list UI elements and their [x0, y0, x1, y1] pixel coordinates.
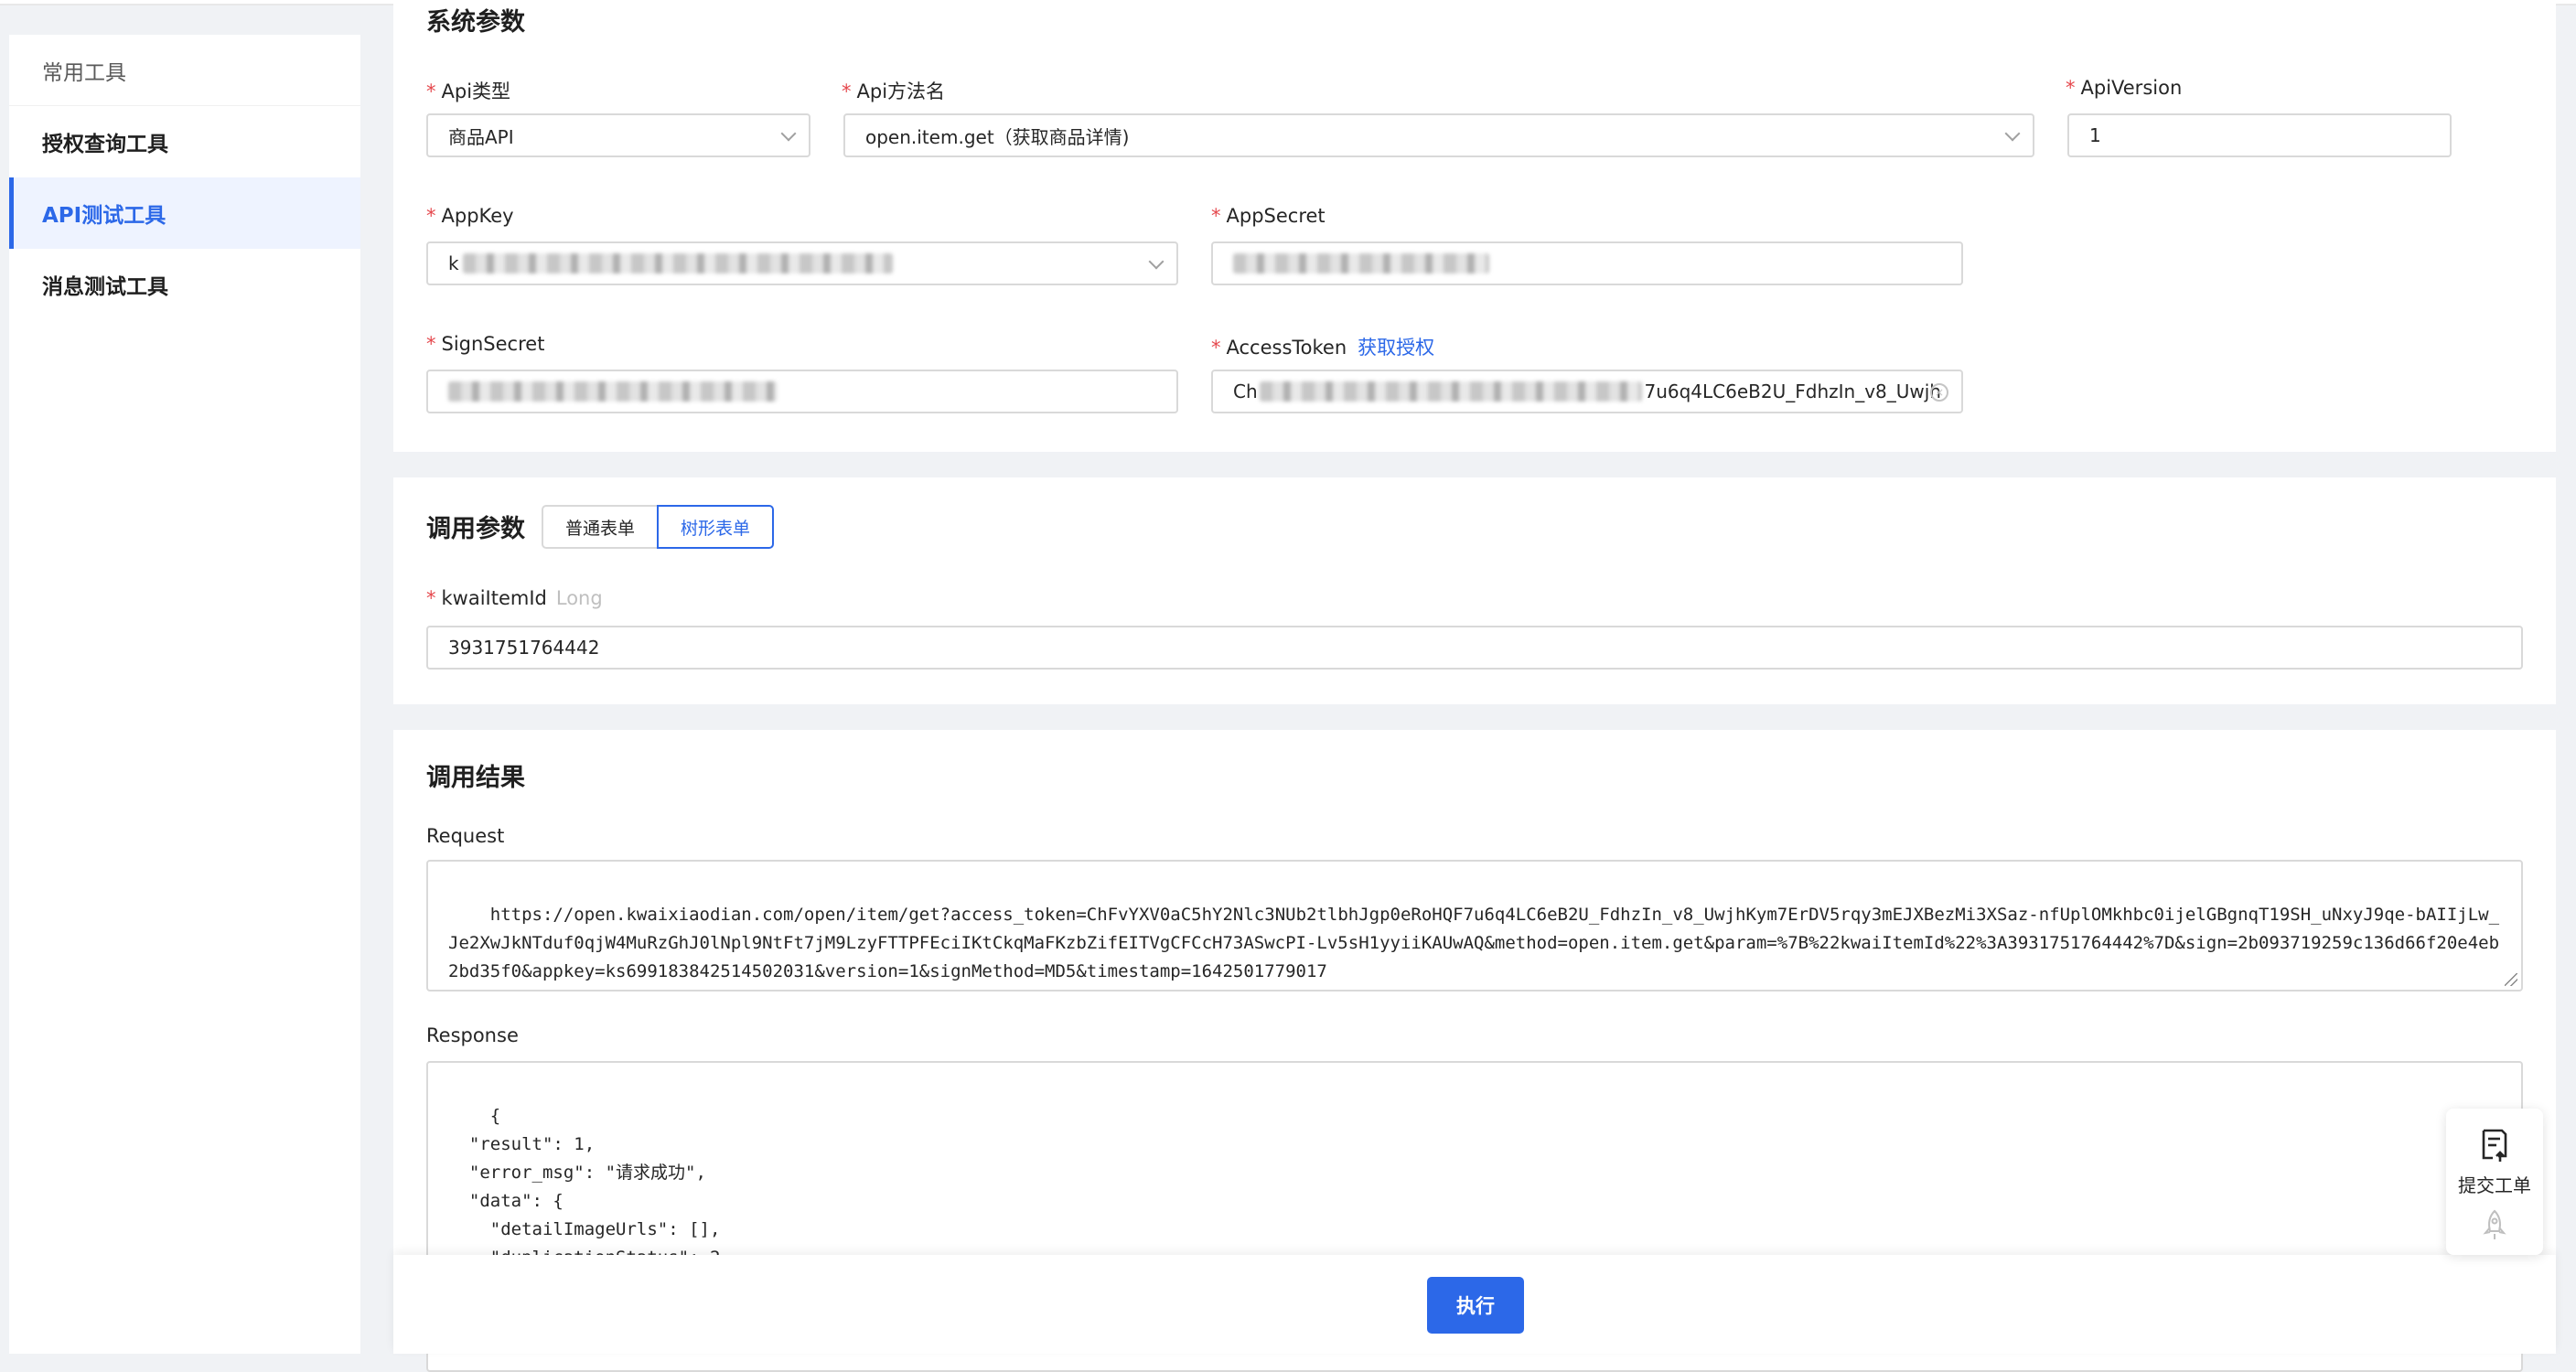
request-value: https://open.kwaixiaodian.com/open/item/…	[448, 905, 2500, 981]
app-key-select[interactable]: k	[426, 241, 1178, 285]
api-type-select[interactable]: 商品API	[426, 113, 810, 157]
submit-ticket-label[interactable]: 提交工单	[2446, 1171, 2543, 1197]
system-params-title: 系统参数	[426, 8, 525, 37]
chevron-down-icon	[2004, 125, 2021, 142]
api-method-select[interactable]: open.item.get（获取商品详情)	[843, 113, 2034, 157]
run-button[interactable]: 执行	[1427, 1277, 1524, 1334]
sidebar-group-common-tools: 常用工具	[9, 35, 360, 106]
redacted-value	[462, 253, 893, 273]
access-token-prefix: Ch	[1233, 381, 1258, 402]
tools-sidebar: 常用工具 授权查询工具 API测试工具 消息测试工具	[9, 35, 360, 1354]
form-mode-toggle: 普通表单 树形表单	[542, 505, 775, 549]
chevron-down-icon	[780, 125, 797, 142]
redacted-value	[1259, 381, 1643, 402]
kwai-item-id-input[interactable]: 3931751764442	[426, 626, 2523, 670]
api-method-value: open.item.get（获取商品详情)	[865, 125, 1130, 148]
sign-secret-input[interactable]	[426, 370, 1178, 413]
call-params-title: 调用参数	[426, 515, 525, 543]
app-key-label: * AppKey	[426, 205, 514, 227]
api-version-input[interactable]: 1	[2067, 113, 2452, 157]
redacted-value	[448, 381, 778, 402]
sidebar-item-api-test[interactable]: API测试工具	[9, 177, 360, 249]
app-key-value: k	[448, 252, 459, 274]
bottom-action-bar: 执行	[393, 1255, 2556, 1354]
access-token-suffix: 7u6q4LC6eB2U_FdhzIn_v8_Uwjh	[1644, 381, 1941, 402]
result-title: 调用结果	[426, 764, 525, 792]
rocket-icon[interactable]	[2482, 1209, 2507, 1242]
api-type-label: * Api类型	[426, 80, 511, 102]
tree-form-tab[interactable]: 树形表单	[657, 505, 775, 549]
chevron-down-icon	[1148, 253, 1165, 270]
sign-secret-label: * SignSecret	[426, 333, 545, 355]
normal-form-tab[interactable]: 普通表单	[542, 505, 660, 549]
api-method-label: * Api方法名	[842, 80, 946, 102]
kwai-item-id-label: * kwaiItemId Long	[426, 587, 603, 609]
sidebar-item-auth-query[interactable]: 授权查询工具	[9, 106, 360, 177]
api-version-value: 1	[2089, 124, 2101, 146]
redacted-value	[1233, 253, 1489, 273]
app-secret-input[interactable]	[1211, 241, 1963, 285]
access-token-input[interactable]: Ch 7u6q4LC6eB2U_FdhzIn_v8_Uwjh ×	[1211, 370, 1963, 413]
floating-help-panel: 提交工单	[2446, 1109, 2543, 1255]
resize-handle-icon[interactable]	[2505, 973, 2517, 986]
access-token-label: * AccessToken 获取授权	[1211, 337, 1435, 359]
request-label: Request	[426, 825, 505, 847]
sidebar-item-message-test[interactable]: 消息测试工具	[9, 249, 360, 320]
api-version-label: * ApiVersion	[2066, 77, 2183, 99]
clear-icon[interactable]: ×	[1930, 383, 1948, 402]
get-auth-link[interactable]: 获取授权	[1358, 337, 1434, 359]
ticket-icon[interactable]	[2480, 1129, 2509, 1163]
request-textarea[interactable]: https://open.kwaixiaodian.com/open/item/…	[426, 860, 2523, 991]
system-params-card: 系统参数 * Api类型 商品API * Api方法名 open.item.get（…	[393, 0, 2556, 452]
app-secret-label: * AppSecret	[1211, 205, 1326, 227]
response-label: Response	[426, 1024, 519, 1046]
kwai-item-id-value: 3931751764442	[448, 637, 600, 659]
api-type-value: 商品API	[448, 125, 514, 148]
